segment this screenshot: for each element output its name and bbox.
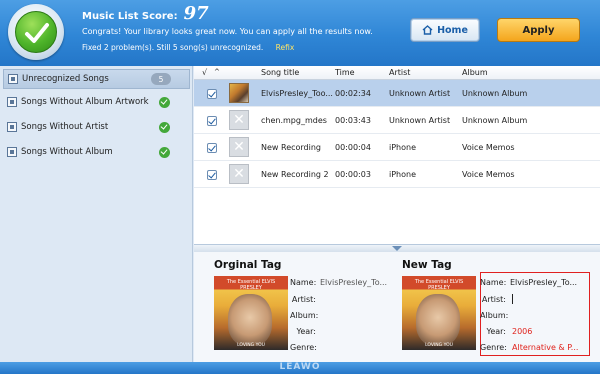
panel-splitter[interactable] xyxy=(194,244,600,252)
table-row[interactable]: ✕ New Recording 2 00:00:03 iPhone Voice … xyxy=(194,161,600,188)
name-label: Name: xyxy=(480,278,507,287)
cover-title: The Essential ELVIS PRESLEY xyxy=(414,279,464,291)
artist-field-caret[interactable] xyxy=(512,294,513,304)
cover-subtitle: LOVING YOU xyxy=(425,343,453,348)
cell-album: Voice Memos xyxy=(462,170,515,179)
sidebar-item-label: Songs Without Artist xyxy=(21,122,109,132)
footer: LEAWO xyxy=(0,362,600,374)
artist-icon xyxy=(7,122,17,132)
sidebar-item-label: Songs Without Album xyxy=(21,147,113,157)
home-button[interactable]: Home xyxy=(410,18,480,42)
apply-label: Apply xyxy=(522,24,555,36)
no-art-icon: ✕ xyxy=(229,110,249,130)
check-circle-icon xyxy=(159,146,170,158)
cell-title: ElvisPresley_Too... xyxy=(261,89,333,98)
home-label: Home xyxy=(437,24,468,36)
album-label: Album: xyxy=(480,311,509,320)
artwork-icon xyxy=(7,97,17,107)
header: Music List Score: 97 Congrats! Your libr… xyxy=(0,0,600,66)
table-header: √ ^ Song title Time Artist Album xyxy=(194,66,600,80)
name-label: Name: xyxy=(290,278,317,287)
cell-album: Unknown Album xyxy=(462,89,528,98)
cell-artist: Unknown Artist xyxy=(389,116,451,125)
row-checkbox[interactable] xyxy=(207,170,217,180)
col-song-title[interactable]: Song title xyxy=(261,68,299,77)
no-art-icon: ✕ xyxy=(229,164,249,184)
check-circle-icon xyxy=(159,96,170,108)
sidebar-item-unrecognized-songs[interactable]: Unrecognized Songs 5 xyxy=(3,69,190,89)
new-cover-art: The Essential ELVIS PRESLEY LOVING YOU xyxy=(402,276,476,350)
sidebar: Unrecognized Songs 5 Songs Without Album… xyxy=(0,66,193,362)
cell-album: Unknown Album xyxy=(462,116,528,125)
sidebar-item-without-album[interactable]: Songs Without Album xyxy=(3,142,190,162)
checkmark-icon xyxy=(15,11,57,53)
cell-artist: iPhone xyxy=(389,143,417,152)
sidebar-item-label: Songs Without Album Artwork xyxy=(21,97,149,107)
sidebar-item-label: Unrecognized Songs xyxy=(22,74,109,84)
genre-label: Genre: xyxy=(480,343,507,352)
cell-time: 00:00:04 xyxy=(335,143,371,152)
sort-indicator[interactable]: ^ xyxy=(214,68,220,76)
original-cover-art: The Essential ELVIS PRESLEY LOVING YOU xyxy=(214,276,288,350)
table-row[interactable]: ✕ New Recording 00:00:04 iPhone Voice Me… xyxy=(194,134,600,161)
cell-time: 00:03:43 xyxy=(335,116,371,125)
apply-button[interactable]: Apply xyxy=(497,18,580,42)
refix-link[interactable]: Refix xyxy=(276,43,295,52)
no-art-icon: ✕ xyxy=(229,137,249,157)
count-badge: 5 xyxy=(151,73,171,85)
album-icon xyxy=(7,147,17,157)
col-artist[interactable]: Artist xyxy=(389,68,410,77)
score-badge xyxy=(8,4,64,60)
col-album[interactable]: Album xyxy=(462,68,488,77)
col-time[interactable]: Time xyxy=(335,68,355,77)
cell-time: 00:00:03 xyxy=(335,170,371,179)
album-label: Album: xyxy=(290,311,319,320)
cover-subtitle: LOVING YOU xyxy=(237,343,265,348)
score-label: Music List Score: xyxy=(82,11,178,22)
cell-artist: iPhone xyxy=(389,170,417,179)
song-table: √ ^ Song title Time Artist Album ElvisPr… xyxy=(194,66,600,244)
row-checkbox[interactable] xyxy=(207,89,217,99)
check-circle-icon xyxy=(159,121,170,133)
cell-title: New Recording 2 xyxy=(261,170,329,179)
cell-artist: Unknown Artist xyxy=(389,89,451,98)
genre-label: Genre: xyxy=(290,343,317,352)
artist-label: Artist: xyxy=(481,295,506,304)
status-text: Fixed 2 problem(s). Still 5 song(s) unre… xyxy=(82,43,264,52)
collapse-arrow-icon[interactable] xyxy=(392,246,402,251)
leawo-logo: LEAWO xyxy=(279,362,321,372)
row-checkbox[interactable] xyxy=(207,116,217,126)
table-row[interactable]: ElvisPresley_Too... 00:02:34 Unknown Art… xyxy=(194,80,600,107)
artist-label: Artist: xyxy=(291,295,316,304)
original-name-value: ElvisPresley_To... xyxy=(320,278,388,287)
tag-panel: Orginal Tag The Essential ELVIS PRESLEY … xyxy=(194,252,600,362)
music-icon xyxy=(8,74,18,84)
cell-title: New Recording xyxy=(261,143,322,152)
table-row[interactable]: ✕ chen.mpg_mdes 00:03:43 Unknown Artist … xyxy=(194,107,600,134)
cell-title: chen.mpg_mdes xyxy=(261,116,327,125)
year-label: Year: xyxy=(486,327,507,336)
new-genre-field[interactable]: Alternative & P... xyxy=(512,343,578,352)
home-icon xyxy=(422,25,433,35)
cover-title: The Essential ELVIS PRESLEY xyxy=(226,279,276,291)
new-year-field[interactable]: 2006 xyxy=(512,327,532,336)
sidebar-item-without-artist[interactable]: Songs Without Artist xyxy=(3,117,190,137)
congrats-message: Congrats! Your library looks great now. … xyxy=(82,27,373,36)
select-all-header[interactable]: √ xyxy=(202,68,207,77)
sidebar-item-without-artwork[interactable]: Songs Without Album Artwork xyxy=(3,92,190,112)
new-name-field[interactable]: ElvisPresley_To... xyxy=(510,278,577,287)
status-message: Fixed 2 problem(s). Still 5 song(s) unre… xyxy=(82,43,294,52)
original-tag-heading: Orginal Tag xyxy=(214,259,282,271)
score-title: Music List Score: 97 xyxy=(82,3,209,24)
cell-album: Voice Memos xyxy=(462,143,515,152)
album-art-thumbnail xyxy=(229,83,249,103)
row-checkbox[interactable] xyxy=(207,143,217,153)
year-label: Year: xyxy=(296,327,317,336)
new-tag-heading: New Tag xyxy=(402,259,452,271)
cell-time: 00:02:34 xyxy=(335,89,371,98)
score-value: 97 xyxy=(183,3,209,24)
